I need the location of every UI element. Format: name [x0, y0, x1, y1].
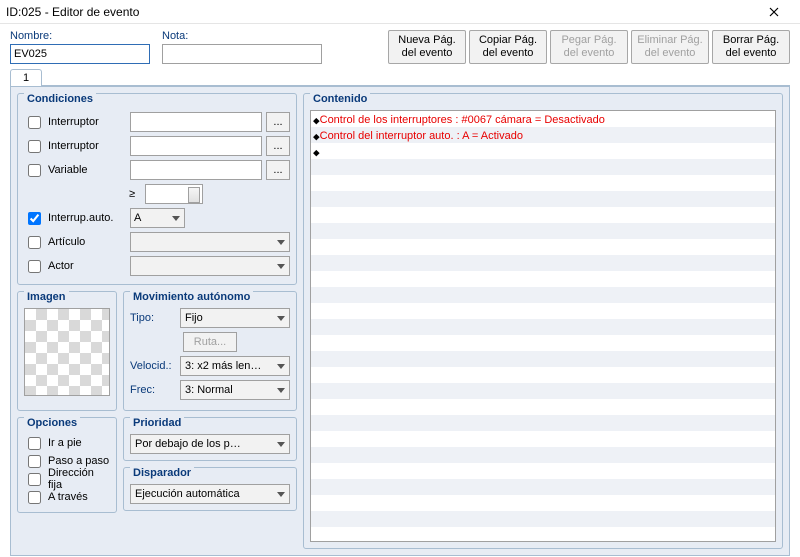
- movement-route-button: Ruta...: [183, 332, 237, 352]
- switch1-ellipsis[interactable]: ...: [266, 112, 290, 132]
- new-page-button[interactable]: Nueva Pág. del evento: [388, 30, 466, 64]
- content-list[interactable]: ◆Control de los interruptores : #0067 cá…: [310, 110, 776, 542]
- movement-type-label: Tipo:: [130, 312, 176, 324]
- step-checkbox[interactable]: [28, 455, 41, 468]
- movement-freq-label: Frec:: [130, 384, 176, 396]
- through-label: A través: [48, 491, 88, 503]
- name-input[interactable]: [10, 44, 150, 64]
- priority-group: Prioridad Por debajo de los p…: [123, 417, 297, 461]
- movement-type-dropdown[interactable]: Fijo: [180, 308, 290, 328]
- trigger-title: Disparador: [130, 467, 194, 479]
- actor-label: Actor: [48, 260, 126, 272]
- movement-freq-value: 3: Normal: [185, 384, 233, 396]
- content-line-text: Control de los interruptores : #0067 cám…: [320, 114, 605, 126]
- switch2-select[interactable]: [130, 136, 262, 156]
- movement-type-value: Fijo: [185, 312, 203, 324]
- switch1-label: Interruptor: [48, 116, 126, 128]
- close-button[interactable]: [754, 1, 794, 23]
- diamond-icon: ◆: [313, 130, 320, 143]
- movement-freq-dropdown[interactable]: 3: Normal: [180, 380, 290, 400]
- through-checkbox[interactable]: [28, 491, 41, 504]
- geq-label: ≥: [123, 188, 141, 200]
- step-label: Paso a paso: [48, 455, 109, 467]
- content-line-text: Control del interruptor auto. : A = Acti…: [320, 130, 523, 142]
- selfswitch-value: A: [134, 212, 141, 224]
- item-label: Artículo: [48, 236, 126, 248]
- switch2-ellipsis[interactable]: ...: [266, 136, 290, 156]
- note-label: Nota:: [162, 30, 322, 42]
- switch2-label: Interruptor: [48, 140, 126, 152]
- close-icon: [769, 7, 779, 17]
- content-line[interactable]: ◆Control de los interruptores : #0067 cá…: [313, 112, 773, 128]
- diamond-icon: ◆: [313, 146, 320, 159]
- dirfix-checkbox[interactable]: [28, 473, 41, 486]
- variable-label: Variable: [48, 164, 126, 176]
- movement-speed-value: 3: x2 más len…: [185, 360, 261, 372]
- walk-checkbox[interactable]: [28, 437, 41, 450]
- name-label: Nombre:: [10, 30, 150, 42]
- priority-dropdown[interactable]: Por debajo de los p…: [130, 434, 290, 454]
- switch1-select[interactable]: [130, 112, 262, 132]
- movement-title: Movimiento autónomo: [130, 291, 253, 303]
- paste-page-button: Pegar Pág. del evento: [550, 30, 628, 64]
- movement-speed-label: Velocid.:: [130, 360, 176, 372]
- content-line[interactable]: ◆: [313, 144, 773, 160]
- selfswitch-checkbox[interactable]: [28, 212, 41, 225]
- actor-dropdown[interactable]: [130, 256, 290, 276]
- content-line[interactable]: ◆Control del interruptor auto. : A = Act…: [313, 128, 773, 144]
- top-row: Nombre: Nota: Nueva Pág. del evento Copi…: [0, 24, 800, 66]
- movement-group: Movimiento autónomo Tipo: Fijo Ruta... V…: [123, 291, 297, 411]
- copy-page-button[interactable]: Copiar Pág. del evento: [469, 30, 547, 64]
- diamond-icon: ◆: [313, 114, 320, 127]
- options-title: Opciones: [24, 417, 80, 429]
- priority-value: Por debajo de los p…: [135, 438, 241, 450]
- variable-ellipsis[interactable]: ...: [266, 160, 290, 180]
- dirfix-label: Dirección fija: [48, 467, 110, 491]
- content-group: Contenido ◆Control de los interruptores …: [303, 93, 783, 549]
- image-title: Imagen: [24, 291, 69, 303]
- window-title: ID:025 - Editor de evento: [6, 5, 754, 19]
- image-group: Imagen: [17, 291, 117, 411]
- delete-page-button: Eliminar Pág. del evento: [631, 30, 709, 64]
- clear-page-button[interactable]: Borrar Pág. del evento: [712, 30, 790, 64]
- tab-strip: 1: [10, 68, 790, 86]
- content-title: Contenido: [310, 93, 370, 105]
- conditions-title: Condiciones: [24, 93, 96, 105]
- page-buttons: Nueva Pág. del evento Copiar Pág. del ev…: [388, 30, 790, 64]
- title-bar: ID:025 - Editor de evento: [0, 0, 800, 24]
- note-field-group: Nota:: [162, 30, 322, 64]
- item-dropdown[interactable]: [130, 232, 290, 252]
- variable-select[interactable]: [130, 160, 262, 180]
- tab-1[interactable]: 1: [10, 69, 42, 86]
- priority-title: Prioridad: [130, 417, 184, 429]
- item-checkbox[interactable]: [28, 236, 41, 249]
- movement-speed-dropdown[interactable]: 3: x2 más len…: [180, 356, 290, 376]
- actor-checkbox[interactable]: [28, 260, 41, 273]
- trigger-dropdown[interactable]: Ejecución automática: [130, 484, 290, 504]
- variable-value-spinner[interactable]: [145, 184, 203, 204]
- walk-label: Ir a pie: [48, 437, 82, 449]
- main-panel: Condiciones Interruptor ... Interruptor …: [10, 86, 790, 556]
- selfswitch-dropdown[interactable]: A: [130, 208, 185, 228]
- trigger-value: Ejecución automática: [135, 488, 240, 500]
- options-group: Opciones Ir a pie Paso a paso Dirección …: [17, 417, 117, 513]
- conditions-group: Condiciones Interruptor ... Interruptor …: [17, 93, 297, 285]
- switch1-checkbox[interactable]: [28, 116, 41, 129]
- note-input[interactable]: [162, 44, 322, 64]
- image-picker[interactable]: [24, 308, 110, 396]
- left-column: Condiciones Interruptor ... Interruptor …: [17, 93, 297, 549]
- variable-checkbox[interactable]: [28, 164, 41, 177]
- trigger-group: Disparador Ejecución automática: [123, 467, 297, 511]
- selfswitch-label: Interrup.auto.: [48, 212, 126, 224]
- name-field-group: Nombre:: [10, 30, 150, 64]
- switch2-checkbox[interactable]: [28, 140, 41, 153]
